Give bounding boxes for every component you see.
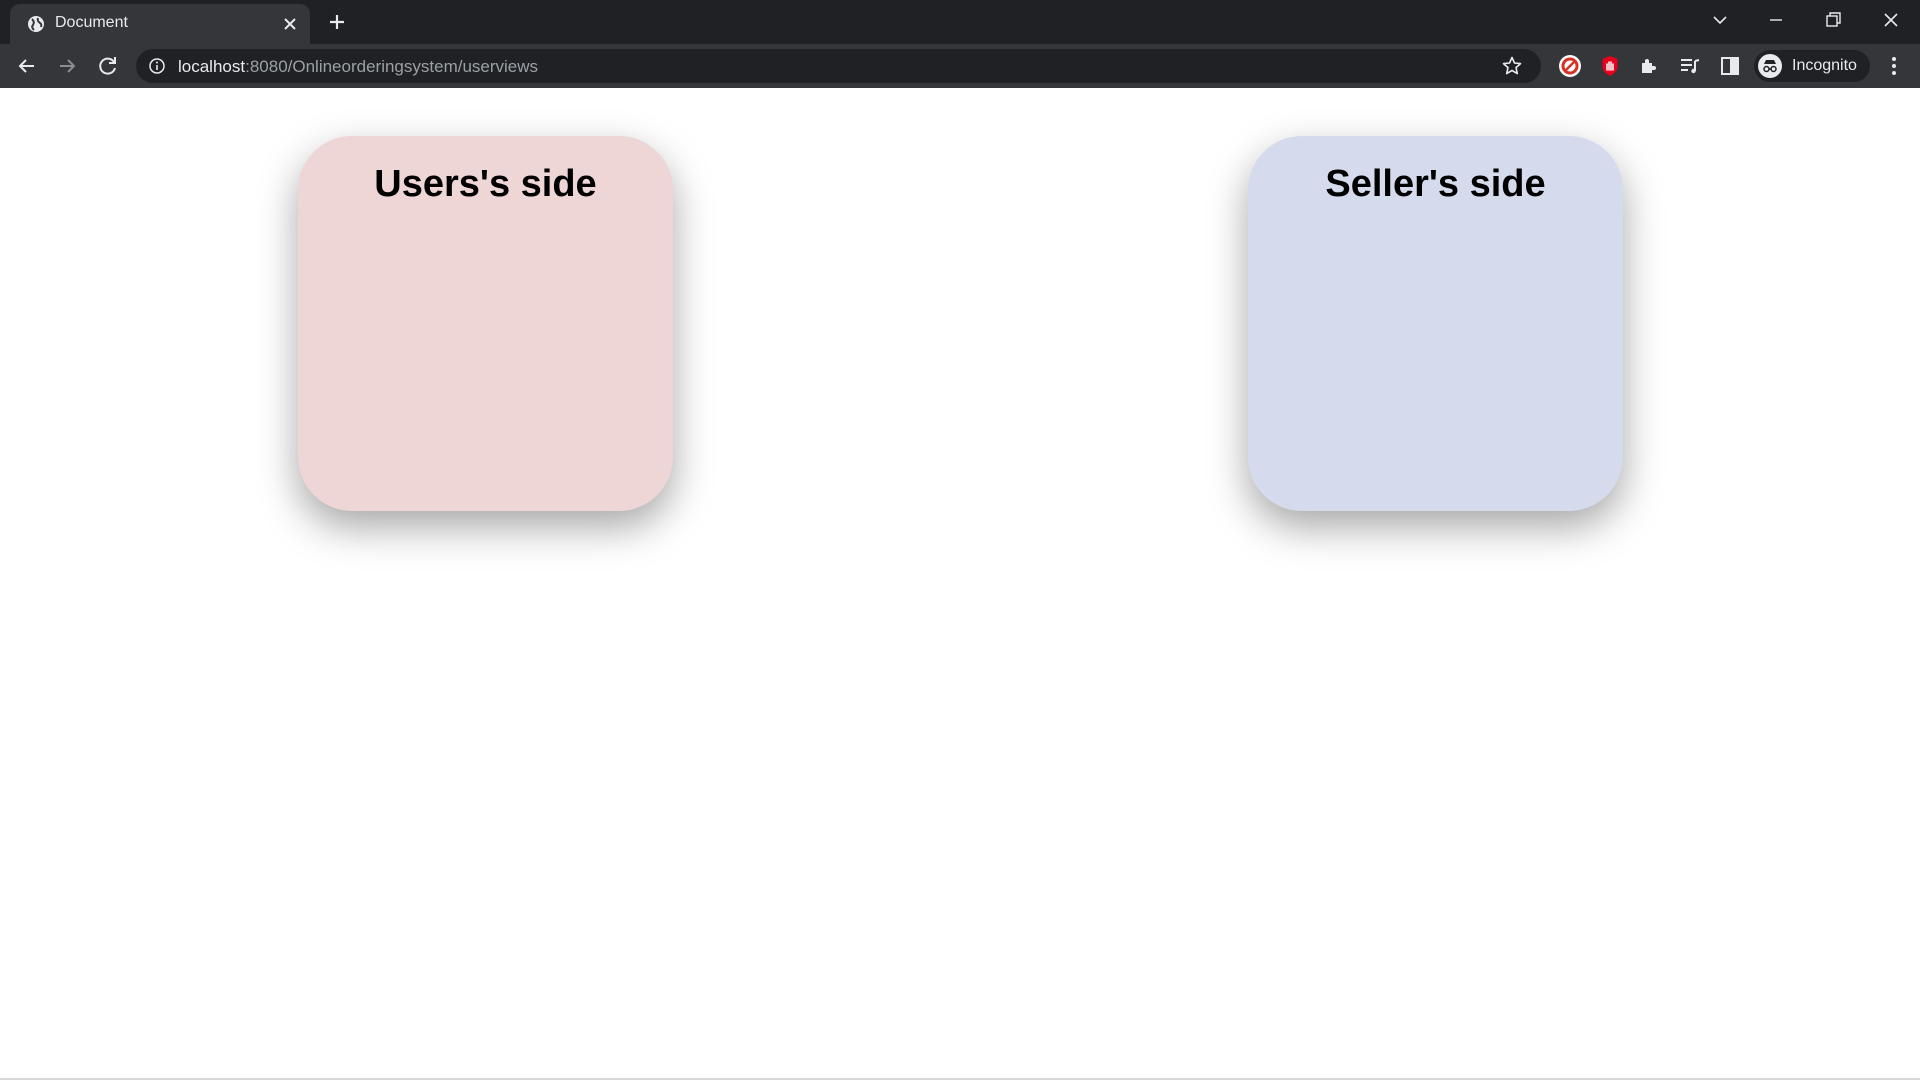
url-path: :8080/Onlineorderingsystem/userviews <box>245 57 539 76</box>
hand-extension-icon[interactable] <box>1598 54 1622 78</box>
info-icon[interactable] <box>148 57 166 75</box>
users-side-title: Users's side <box>374 163 597 205</box>
seller-side-title: Seller's side <box>1325 163 1546 205</box>
media-queue-icon[interactable] <box>1678 54 1702 78</box>
plus-icon[interactable] <box>325 10 349 34</box>
no-sign-extension-icon[interactable] <box>1558 54 1582 78</box>
seller-side-card[interactable]: Seller's side <box>1248 136 1623 511</box>
restore-icon[interactable] <box>1817 6 1849 34</box>
reload-icon[interactable] <box>94 52 122 80</box>
minimize-icon[interactable] <box>1760 6 1792 34</box>
tab-strip: Document <box>0 0 1920 44</box>
page-viewport: Users's side Seller's side <box>0 88 1920 1080</box>
url-host: localhost <box>178 57 246 76</box>
side-panel-icon[interactable] <box>1718 54 1742 78</box>
close-icon[interactable] <box>278 12 302 36</box>
url-text[interactable]: localhost:8080/Onlineorderingsystem/user… <box>178 57 538 77</box>
puzzle-icon[interactable] <box>1637 54 1661 78</box>
address-bar[interactable]: localhost:8080/Onlineorderingsystem/user… <box>136 49 1541 83</box>
browser-toolbar: localhost:8080/Onlineorderingsystem/user… <box>0 44 1920 88</box>
incognito-profile-button[interactable]: Incognito <box>1754 50 1870 82</box>
incognito-label: Incognito <box>1792 57 1857 74</box>
window-close-icon[interactable] <box>1875 6 1907 34</box>
incognito-icon <box>1758 54 1782 78</box>
kebab-menu-icon[interactable] <box>1880 52 1908 80</box>
tab-title: Document <box>55 14 128 31</box>
browser-tab[interactable]: Document <box>10 4 310 44</box>
users-side-card[interactable]: Users's side <box>298 136 673 511</box>
star-icon[interactable] <box>1501 55 1523 77</box>
back-icon[interactable] <box>13 52 41 80</box>
chevron-down-icon[interactable] <box>1704 6 1736 34</box>
forward-icon[interactable] <box>53 52 81 80</box>
globe-icon <box>28 16 44 32</box>
